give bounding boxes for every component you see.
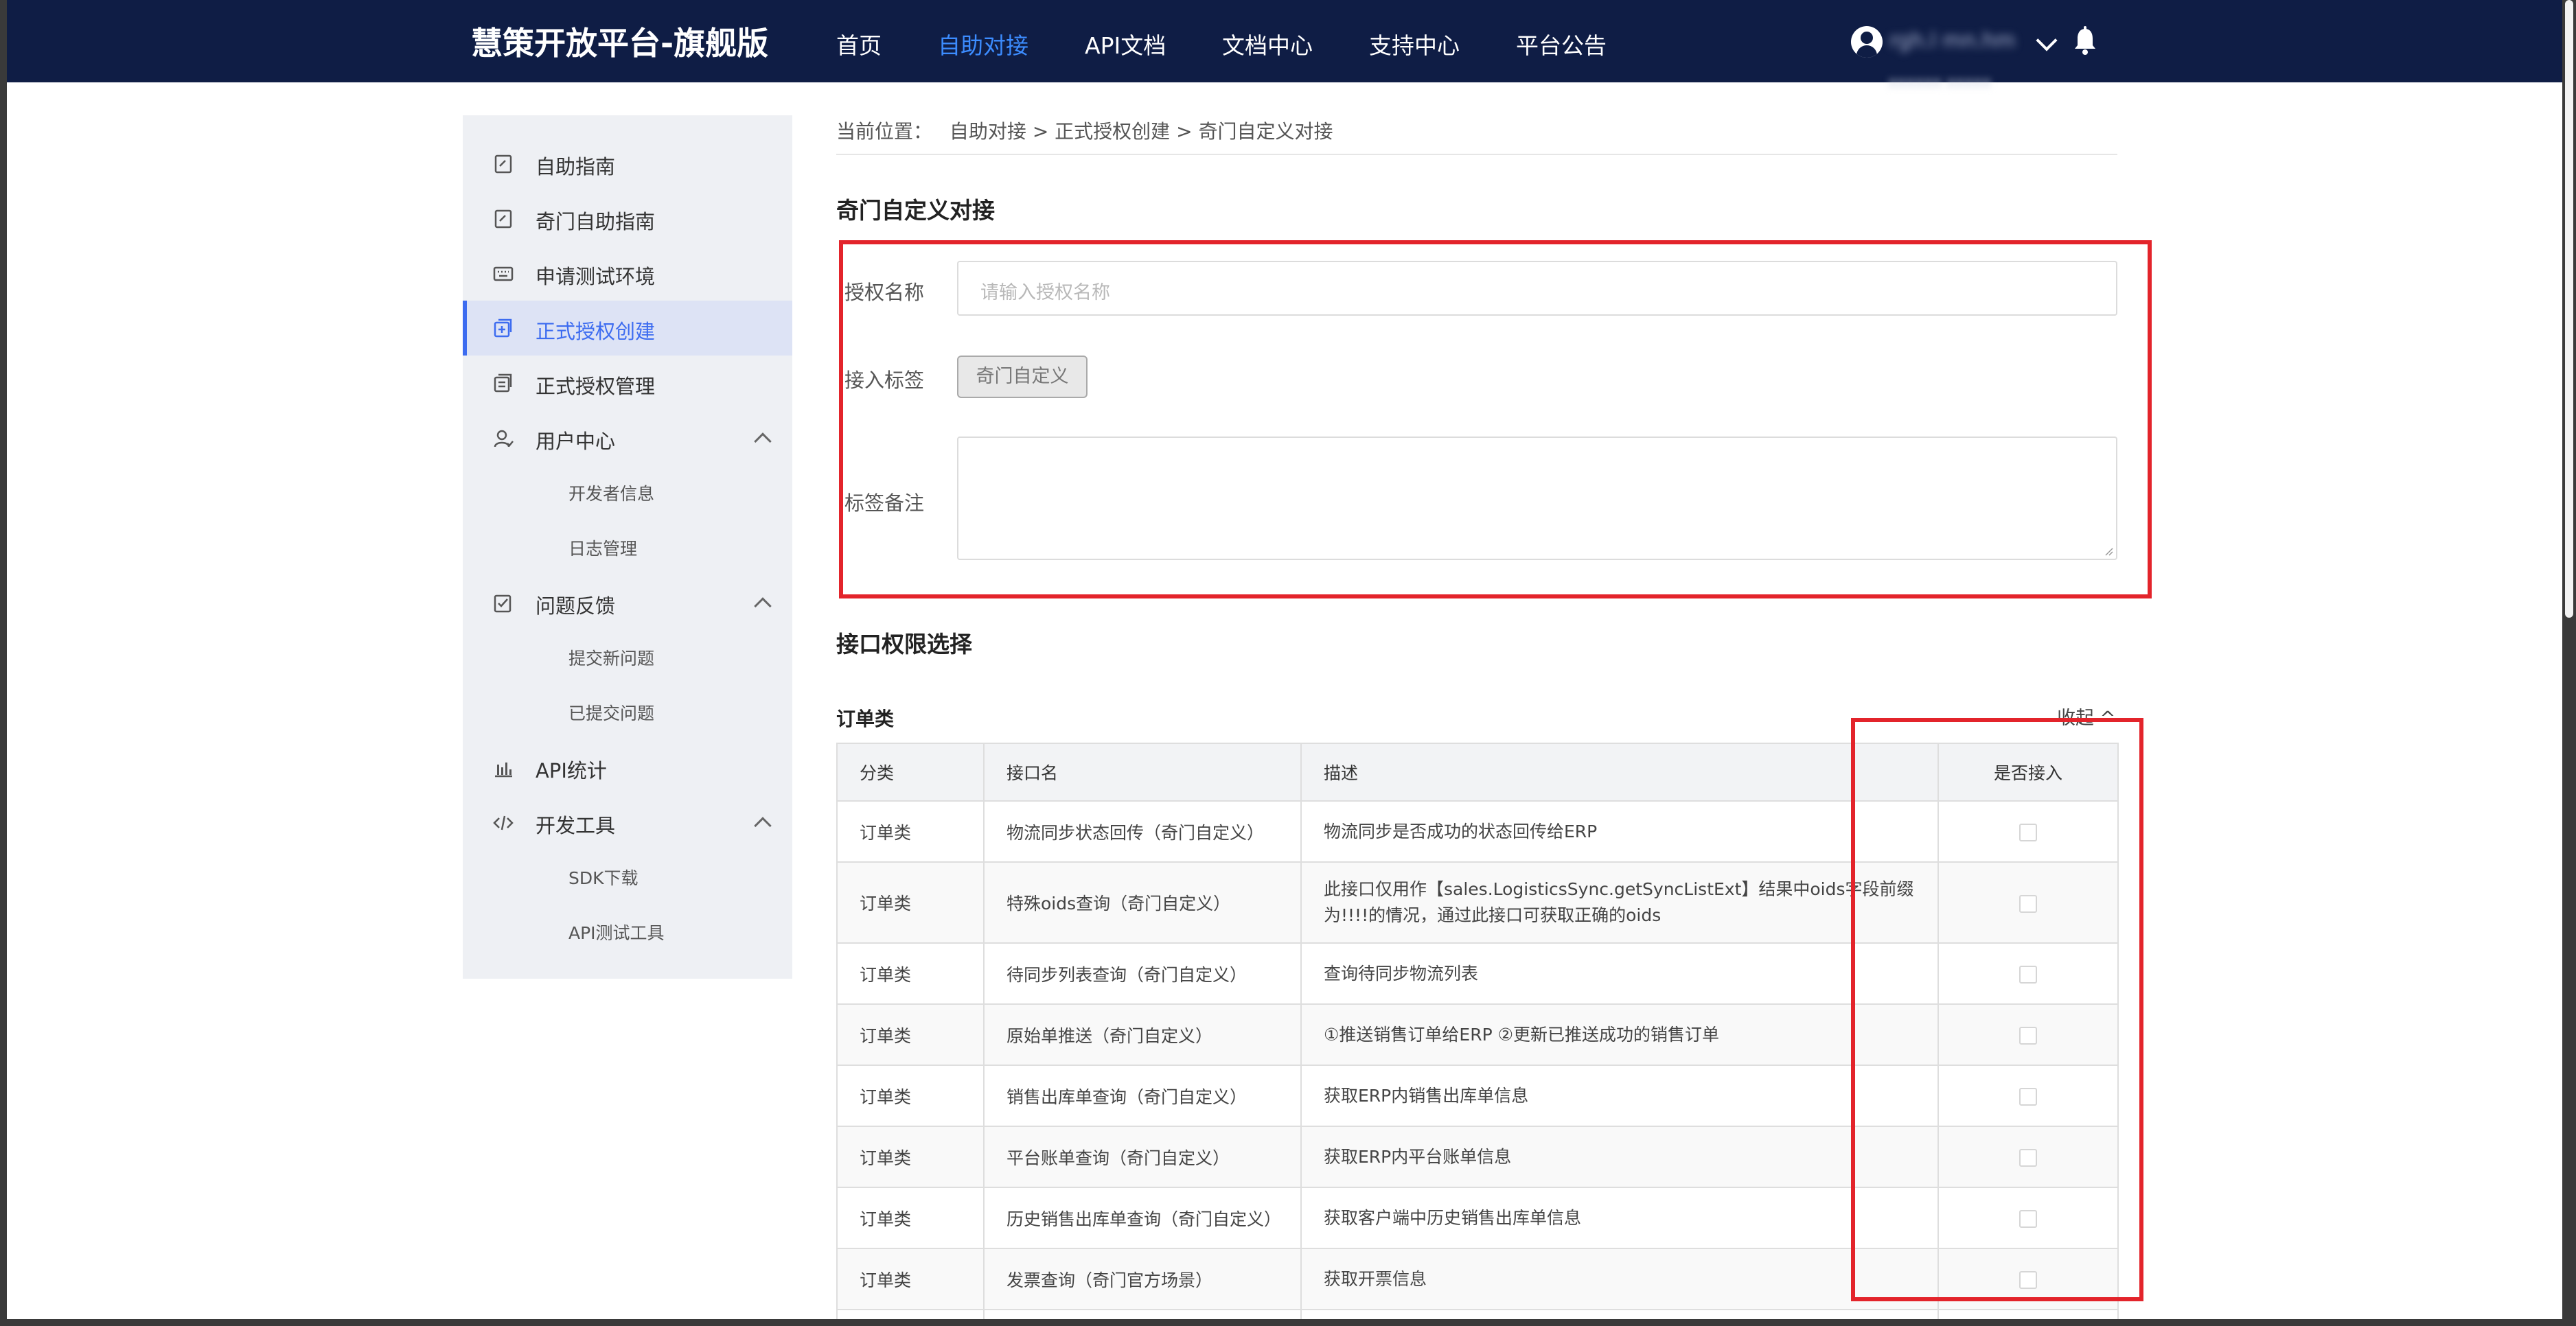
sidebar-item-dev-tools[interactable]: 开发工具: [463, 795, 792, 850]
brand-title[interactable]: 慧策开放平台-旗舰版: [471, 19, 768, 64]
col-header-desc: 描述: [1300, 743, 1939, 802]
chevron-up-icon[interactable]: [754, 817, 772, 835]
cell-name: 特殊oids查询（奇门自定义）: [983, 861, 1302, 944]
permissions-title: 接口权限选择: [836, 631, 972, 658]
manage-icon: [494, 373, 512, 393]
nav-announcements[interactable]: 平台公告: [1516, 27, 1607, 60]
nav-self-service[interactable]: 自助对接: [938, 27, 1028, 60]
cell-name: 原始单推送（奇门自定义）: [983, 1003, 1302, 1066]
breadcrumb-path[interactable]: 自助对接 > 正式授权创建 > 奇门自定义对接: [950, 120, 1333, 143]
user-name[interactable]: rgh.l mn.hm: [1889, 29, 2027, 54]
sidebar: 自助指南 奇门自助指南 申请测试环境 正式授权创建 正式授权管理 用户中心 开发…: [463, 115, 792, 979]
cell-category: 订单类: [836, 800, 985, 863]
sidebar-item-label: 奇门自助指南: [536, 210, 656, 233]
cell-desc: ①推送销售订单给ERP ②更新已推送成功的销售订单: [1300, 1003, 1939, 1066]
sidebar-item-label: 申请测试环境: [536, 265, 656, 288]
sidebar-subitem-sdk-download[interactable]: SDK下载: [568, 865, 639, 889]
scrollbar-thumb[interactable]: [2565, 0, 2573, 618]
cell-name: 销售出库单查询（奇门自定义）: [983, 1065, 1302, 1127]
sidebar-subitem-new-issue[interactable]: 提交新问题: [568, 645, 654, 670]
cell-desc: 获取ERP内平台账单信息: [1300, 1126, 1939, 1188]
sidebar-item-feedback[interactable]: 问题反馈: [463, 575, 792, 630]
cell-category: 订单类: [836, 861, 985, 944]
cell-desc: 此接口仅用作【sales.LogisticsSync.getSyncListEx…: [1300, 861, 1939, 944]
sidebar-item-guide[interactable]: 自助指南: [463, 136, 792, 191]
chevron-up-icon[interactable]: [754, 597, 772, 615]
nav-support-center[interactable]: 支持中心: [1369, 27, 1460, 60]
cell-desc: 获取ERP内销售出库单信息: [1300, 1065, 1939, 1127]
sidebar-subitem-developer-info[interactable]: 开发者信息: [568, 480, 654, 505]
sidebar-subitem-submitted-issues[interactable]: 已提交问题: [568, 700, 654, 725]
keyboard-icon: [493, 266, 514, 281]
group-label: 订单类: [836, 708, 895, 730]
code-icon: [493, 815, 514, 830]
cell-desc: 物流同步是否成功的状态回传给ERP: [1300, 800, 1939, 863]
user-avatar-icon[interactable]: [1851, 26, 1883, 58]
sidebar-item-label: API统计: [536, 759, 607, 782]
col-header-name: 接口名: [983, 743, 1302, 802]
table-row: [836, 1309, 2119, 1319]
cell-name: 历史销售出库单查询（奇门自定义）: [983, 1187, 1302, 1249]
cell-category: 订单类: [836, 1248, 985, 1310]
cell-enabled: [1937, 1309, 2119, 1319]
cell-category: 订单类: [836, 1187, 985, 1249]
sidebar-subitem-api-test-tool[interactable]: API测试工具: [568, 920, 665, 944]
user-icon: [494, 430, 514, 447]
sidebar-subitem-logs[interactable]: 日志管理: [568, 535, 637, 560]
cell-category: 订单类: [836, 942, 985, 1005]
sidebar-item-user-center[interactable]: 用户中心: [463, 410, 792, 465]
nav-home[interactable]: 首页: [836, 27, 882, 60]
cell-category: 订单类: [836, 1065, 985, 1127]
breadcrumb-prefix: 当前位置：: [836, 120, 933, 143]
cell-name: 发票查询（奇门官方场景）: [983, 1248, 1302, 1310]
cell-name: 物流同步状态回传（奇门自定义）: [983, 800, 1302, 863]
sidebar-item-label: 问题反馈: [536, 594, 616, 618]
cell-name: [983, 1309, 1302, 1319]
nav-doc-center[interactable]: 文档中心: [1222, 27, 1313, 60]
cell-name: 平台账单查询（奇门自定义）: [983, 1126, 1302, 1188]
create-icon: [494, 318, 512, 338]
sidebar-item-label: 开发工具: [536, 814, 616, 837]
chevron-down-icon[interactable]: [2036, 30, 2058, 51]
cell-desc: 查询待同步物流列表: [1300, 942, 1939, 1005]
sidebar-item-test-env[interactable]: 申请测试环境: [463, 246, 792, 301]
user-subtext: xxxxxx xxxxx: [1888, 74, 1992, 88]
col-header-category: 分类: [836, 743, 985, 802]
cell-category: 订单类: [836, 1126, 985, 1188]
chevron-up-icon[interactable]: [754, 432, 772, 450]
sidebar-item-qimen-guide[interactable]: 奇门自助指南: [463, 191, 792, 246]
bell-icon[interactable]: [2073, 26, 2097, 56]
divider: [836, 154, 2117, 155]
feedback-icon: [494, 594, 511, 613]
cell-desc: 获取客户端中历史销售出库单信息: [1300, 1187, 1939, 1249]
sidebar-item-label: 用户中心: [536, 430, 616, 453]
app-window: 慧策开放平台-旗舰版 首页 自助对接 API文档 文档中心 支持中心 平台公告 …: [7, 0, 2569, 1319]
sidebar-item-label: 正式授权创建: [536, 320, 656, 343]
cell-desc: 获取开票信息: [1300, 1248, 1939, 1310]
cell-category: 订单类: [836, 1003, 985, 1066]
form-title: 奇门自定义对接: [836, 197, 995, 224]
nav-api-docs[interactable]: API文档: [1085, 27, 1166, 60]
breadcrumb: 当前位置： 自助对接 > 正式授权创建 > 奇门自定义对接: [836, 117, 1333, 144]
cell-name: 待同步列表查询（奇门自定义）: [983, 942, 1302, 1005]
guide-icon: [494, 154, 512, 174]
chart-icon: [495, 763, 512, 778]
highlight-box-form: [839, 240, 2152, 598]
sidebar-item-label: 正式授权管理: [536, 375, 656, 398]
top-navbar: 慧策开放平台-旗舰版 首页 自助对接 API文档 文档中心 支持中心 平台公告 …: [7, 0, 2569, 82]
sidebar-item-label: 自助指南: [536, 155, 616, 178]
highlight-box-access-column: [1851, 718, 2143, 1301]
guide-icon: [494, 209, 512, 229]
sidebar-item-auth-create[interactable]: 正式授权创建: [463, 301, 792, 356]
sidebar-item-auth-manage[interactable]: 正式授权管理: [463, 356, 792, 410]
sidebar-item-api-stats[interactable]: API统计: [463, 740, 792, 795]
cell-category: [836, 1309, 985, 1319]
cell-desc: [1300, 1309, 1939, 1319]
